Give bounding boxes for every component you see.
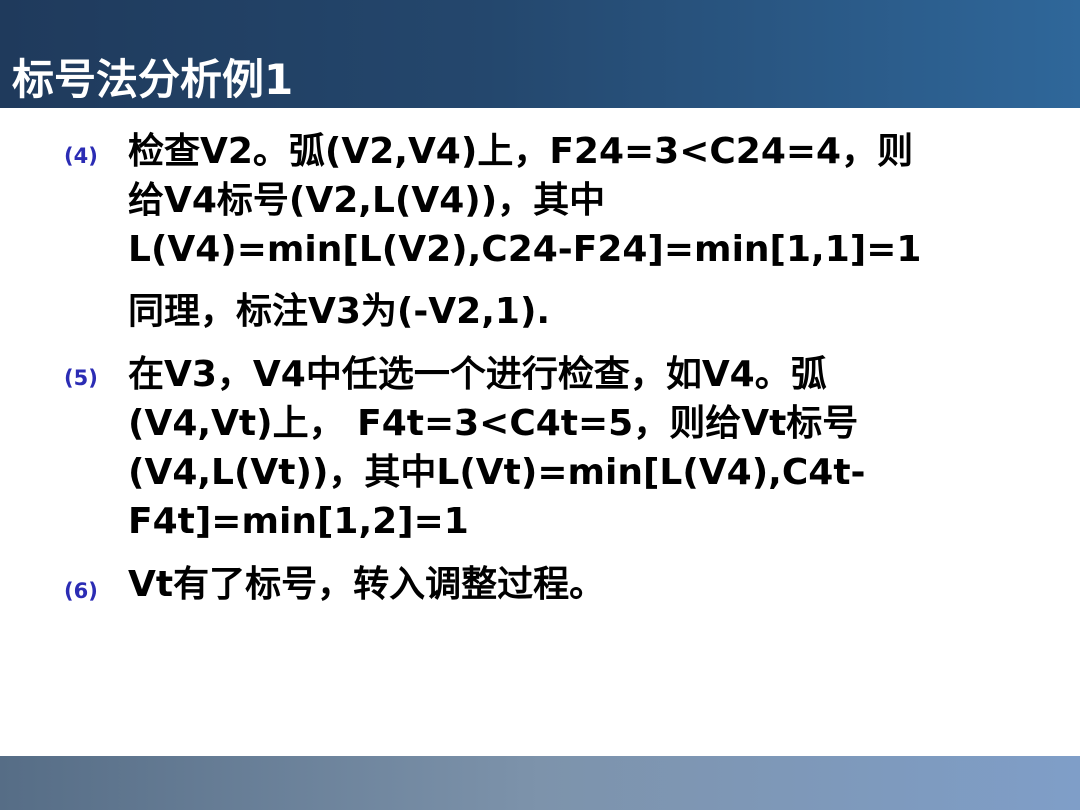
list-marker: (5) [64, 366, 98, 390]
footer-bar [0, 756, 1080, 810]
text-line: 给V4标号(V2,L(V4))，其中 [128, 180, 606, 221]
text-line: (V4,Vt)上， F4t=3<C4t=5，则给Vt标号 [128, 403, 859, 444]
text-line: 检查V2。弧(V2,V4)上，F24=3<C24=4，则 [128, 131, 914, 172]
text-line: F4t]=min[1,2]=1 [128, 501, 469, 542]
text-line: (V4,L(Vt))，其中L(Vt)=min[L(V4),C4t- [128, 452, 866, 493]
text-line: 在V3，V4中任选一个进行检查，如V4。弧 [128, 354, 827, 395]
title-bar: 标号法分析例1 [0, 0, 1080, 108]
slide-title: 标号法分析例1 [12, 55, 294, 104]
text-line: 同理，标注V3为(-V2,1). [128, 291, 551, 332]
text-line: Vt有了标号，转入调整过程。 [128, 564, 606, 605]
text-line: L(V4)=min[L(V2),C24-F24]=min[1,1]=1 [128, 229, 922, 270]
list-marker: (6) [64, 579, 98, 603]
list-marker: (4) [64, 144, 98, 168]
